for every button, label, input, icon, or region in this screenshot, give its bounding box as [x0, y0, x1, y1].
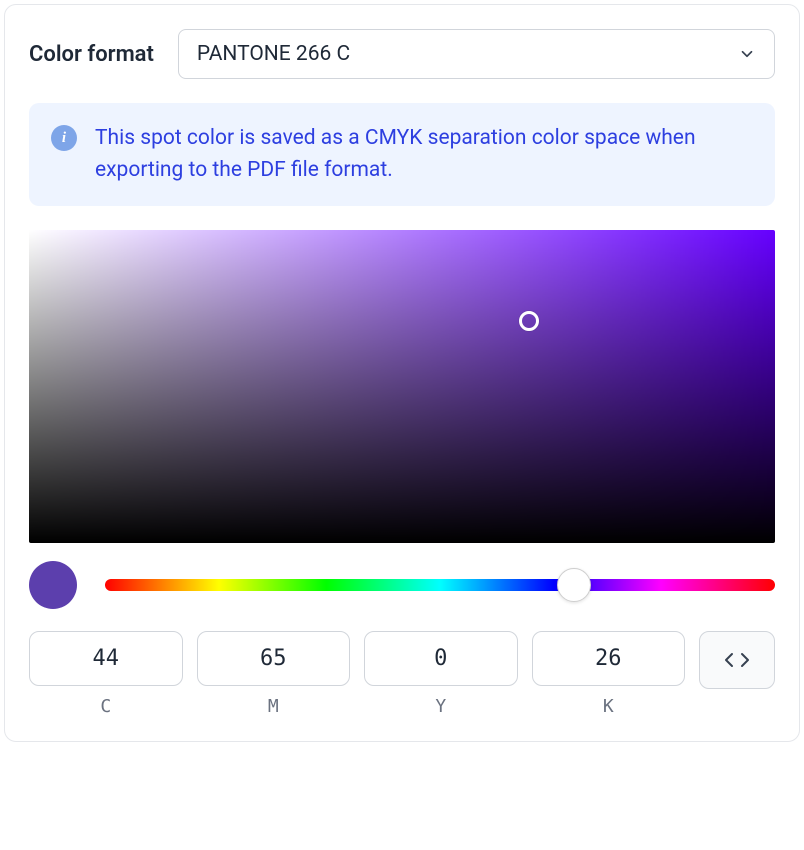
chevron-down-icon [738, 45, 756, 63]
cyan-label: C [100, 696, 111, 717]
cyan-input[interactable]: 44 [29, 631, 183, 686]
cmyk-inputs-row: 44 C 65 M 0 Y 26 K [29, 631, 775, 717]
info-message: This spot color is saved as a CMYK separ… [95, 123, 753, 186]
yellow-label: Y [435, 696, 446, 717]
color-format-select[interactable]: PANTONE 266 C [178, 29, 775, 79]
hue-slider[interactable] [105, 579, 775, 591]
hue-slider-thumb[interactable] [557, 568, 591, 602]
magenta-column: 65 M [197, 631, 351, 717]
magenta-label: M [268, 696, 279, 717]
black-label: K [603, 696, 614, 717]
saturation-value-area[interactable] [29, 230, 775, 543]
info-banner: i This spot color is saved as a CMYK sep… [29, 103, 775, 206]
color-mode-toggle[interactable] [699, 631, 775, 689]
saturation-value-cursor[interactable] [519, 311, 539, 331]
hue-row [29, 561, 775, 609]
black-column: 26 K [532, 631, 686, 717]
cyan-column: 44 C [29, 631, 183, 717]
color-format-label: Color format [29, 42, 154, 67]
format-row: Color format PANTONE 266 C [29, 29, 775, 79]
color-format-value: PANTONE 266 C [197, 42, 350, 66]
color-picker-panel: Color format PANTONE 266 C i This spot c… [4, 4, 800, 742]
color-swatch [29, 561, 77, 609]
magenta-input[interactable]: 65 [197, 631, 351, 686]
black-input[interactable]: 26 [532, 631, 686, 686]
yellow-input[interactable]: 0 [364, 631, 518, 686]
yellow-column: 0 Y [364, 631, 518, 717]
info-icon: i [51, 125, 77, 151]
